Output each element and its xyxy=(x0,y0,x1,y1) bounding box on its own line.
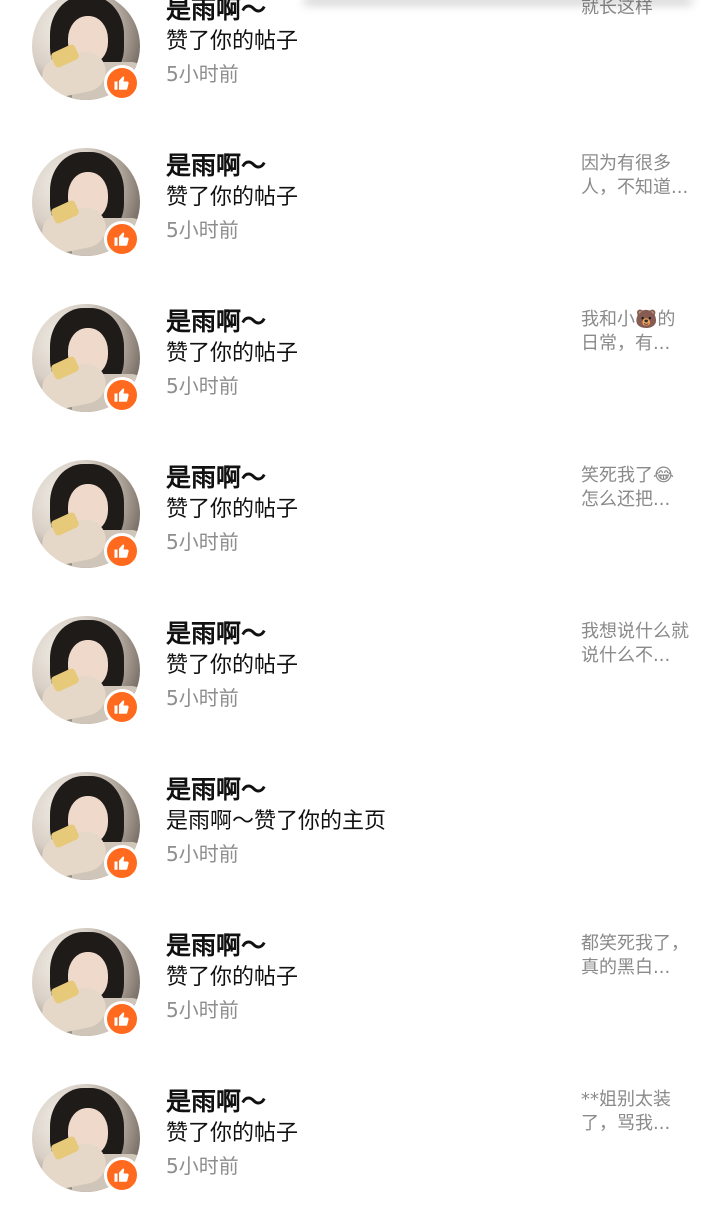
action-text: 赞了你的帖子 xyxy=(166,497,299,522)
timestamp: 5小时前 xyxy=(166,998,239,1022)
thumbs-up-icon xyxy=(104,65,140,101)
post-snippet[interactable]: 都笑死我了，真的黑白... xyxy=(581,932,691,980)
notification-item[interactable]: 是雨啊～ 赞了你的帖子 5小时前 就长这样 xyxy=(0,0,709,124)
username[interactable]: 是雨啊～ xyxy=(166,150,298,182)
notification-item[interactable]: 是雨啊～ 是雨啊～赞了你的主页 5小时前 xyxy=(0,748,709,904)
action-text: 赞了你的帖子 xyxy=(166,1121,299,1146)
thumbs-up-icon xyxy=(104,533,140,569)
post-snippet[interactable]: 就长这样 xyxy=(581,0,691,20)
post-snippet[interactable]: 因为有很多人，不知道... xyxy=(581,152,691,200)
notification-item[interactable]: 是雨啊～ 赞了你的帖子 5小时前 因为有很多人，不知道... xyxy=(0,124,709,280)
timestamp: 5小时前 xyxy=(166,842,239,866)
thumbs-up-icon xyxy=(104,377,140,413)
timestamp: 5小时前 xyxy=(166,686,239,710)
thumbs-up-icon xyxy=(104,1157,140,1193)
action-text: 赞了你的帖子 xyxy=(166,341,299,366)
thumbs-up-icon xyxy=(104,1001,140,1037)
action-text: 赞了你的帖子 xyxy=(166,29,299,54)
username[interactable]: 是雨啊～ xyxy=(166,774,386,806)
username[interactable]: 是雨啊～ xyxy=(166,0,298,26)
action-text: 赞了你的帖子 xyxy=(166,965,299,990)
notification-item[interactable]: 是雨啊～ 赞了你的帖子 5小时前 我和小🐻的日常，有... xyxy=(0,280,709,436)
timestamp: 5小时前 xyxy=(166,374,239,398)
post-snippet[interactable]: 笑死我了😂怎么还把... xyxy=(581,464,691,512)
thumbs-up-icon xyxy=(104,221,140,257)
action-text: 赞了你的帖子 xyxy=(166,653,299,678)
timestamp: 5小时前 xyxy=(166,1154,239,1178)
post-snippet[interactable]: 我想说什么就说什么不... xyxy=(581,620,691,668)
notification-item[interactable]: 是雨啊～ 赞了你的帖子 5小时前 我想说什么就说什么不... xyxy=(0,592,709,748)
thumbs-up-icon xyxy=(104,845,140,881)
username[interactable]: 是雨啊～ xyxy=(166,1086,298,1118)
action-text: 赞了你的帖子 xyxy=(166,185,299,210)
notification-item[interactable]: 是雨啊～ 赞了你的帖子 5小时前 **姐别太装了，骂我... xyxy=(0,1060,709,1216)
notification-list: 是雨啊～ 赞了你的帖子 5小时前 就长这样 是雨啊～ 赞了你的帖子 5小时前 因… xyxy=(0,0,709,1216)
action-text: 是雨啊～赞了你的主页 xyxy=(166,809,387,834)
username[interactable]: 是雨啊～ xyxy=(166,930,298,962)
timestamp: 5小时前 xyxy=(166,218,239,242)
thumbs-up-icon xyxy=(104,689,140,725)
notification-item[interactable]: 是雨啊～ 赞了你的帖子 5小时前 都笑死我了，真的黑白... xyxy=(0,904,709,1060)
timestamp: 5小时前 xyxy=(166,530,239,554)
username[interactable]: 是雨啊～ xyxy=(166,306,298,338)
username[interactable]: 是雨啊～ xyxy=(166,618,298,650)
timestamp: 5小时前 xyxy=(166,62,239,86)
post-snippet[interactable]: 我和小🐻的日常，有... xyxy=(581,308,691,356)
post-snippet[interactable]: **姐别太装了，骂我... xyxy=(581,1088,691,1136)
notification-item[interactable]: 是雨啊～ 赞了你的帖子 5小时前 笑死我了😂怎么还把... xyxy=(0,436,709,592)
username[interactable]: 是雨啊～ xyxy=(166,462,298,494)
